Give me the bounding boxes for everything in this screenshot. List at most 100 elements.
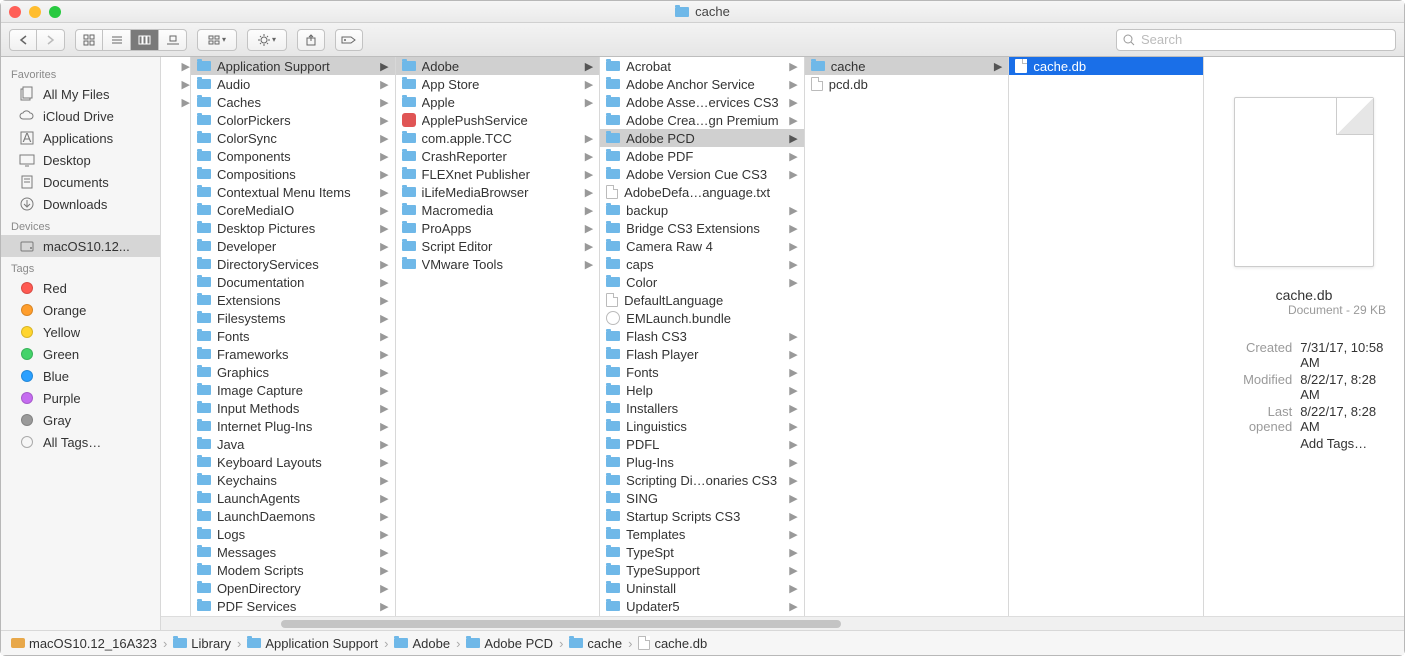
- list-item[interactable]: Adobe Anchor Service▶: [600, 75, 804, 93]
- list-item[interactable]: Installers▶: [600, 399, 804, 417]
- list-item[interactable]: Filesystems▶: [191, 309, 395, 327]
- add-tags-link[interactable]: Add Tags…: [1300, 436, 1386, 451]
- list-item[interactable]: Adobe Crea…gn Premium▶: [600, 111, 804, 129]
- back-button[interactable]: [9, 29, 37, 51]
- list-item[interactable]: ColorSync▶: [191, 129, 395, 147]
- sidebar-item[interactable]: Orange: [1, 299, 160, 321]
- list-item[interactable]: Compositions▶: [191, 165, 395, 183]
- list-item[interactable]: Scripting Di…onaries CS3▶: [600, 471, 804, 489]
- list-item[interactable]: Camera Raw 4▶: [600, 237, 804, 255]
- sidebar-item[interactable]: Downloads: [1, 193, 160, 215]
- column-chevron[interactable]: ▶: [161, 75, 190, 93]
- path-segment[interactable]: Adobe PCD: [466, 636, 553, 651]
- list-item[interactable]: PDFL▶: [600, 435, 804, 453]
- list-item[interactable]: Linguistics▶: [600, 417, 804, 435]
- list-item[interactable]: Java▶: [191, 435, 395, 453]
- list-item[interactable]: Adobe Asse…ervices CS3▶: [600, 93, 804, 111]
- list-item[interactable]: Internet Plug-Ins▶: [191, 417, 395, 435]
- list-item[interactable]: com.apple.TCC▶: [396, 129, 600, 147]
- list-item[interactable]: Desktop Pictures▶: [191, 219, 395, 237]
- list-item[interactable]: LaunchDaemons▶: [191, 507, 395, 525]
- list-item[interactable]: backup▶: [600, 201, 804, 219]
- tags-button[interactable]: [335, 29, 363, 51]
- minimize-window-button[interactable]: [29, 6, 41, 18]
- list-item[interactable]: FLEXnet Publisher▶: [396, 165, 600, 183]
- list-item[interactable]: Adobe▶: [396, 57, 600, 75]
- list-item[interactable]: Flash CS3▶: [600, 327, 804, 345]
- list-item[interactable]: pcd.db: [805, 75, 1009, 93]
- path-segment[interactable]: Application Support: [247, 636, 378, 651]
- list-item[interactable]: Fonts▶: [191, 327, 395, 345]
- sidebar-item[interactable]: Desktop: [1, 149, 160, 171]
- search-field[interactable]: [1116, 29, 1396, 51]
- list-item[interactable]: Templates▶: [600, 525, 804, 543]
- coverflow-view-button[interactable]: [159, 29, 187, 51]
- list-item[interactable]: Flash Player▶: [600, 345, 804, 363]
- list-item[interactable]: SING▶: [600, 489, 804, 507]
- list-item[interactable]: Adobe PDF▶: [600, 147, 804, 165]
- list-item[interactable]: Graphics▶: [191, 363, 395, 381]
- list-item[interactable]: LaunchAgents▶: [191, 489, 395, 507]
- icon-view-button[interactable]: [75, 29, 103, 51]
- sidebar-item[interactable]: All Tags…: [1, 431, 160, 453]
- sidebar-item[interactable]: AApplications: [1, 127, 160, 149]
- list-view-button[interactable]: [103, 29, 131, 51]
- search-input[interactable]: [1141, 32, 1389, 47]
- list-item[interactable]: Input Methods▶: [191, 399, 395, 417]
- column-chevron[interactable]: ▶: [161, 93, 190, 111]
- list-item[interactable]: Keyboard Layouts▶: [191, 453, 395, 471]
- list-item[interactable]: Audio▶: [191, 75, 395, 93]
- sidebar-item[interactable]: iCloud Drive: [1, 105, 160, 127]
- list-item[interactable]: TypeSpt▶: [600, 543, 804, 561]
- list-item[interactable]: ColorPickers▶: [191, 111, 395, 129]
- list-item[interactable]: CrashReporter▶: [396, 147, 600, 165]
- forward-button[interactable]: [37, 29, 65, 51]
- list-item[interactable]: Image Capture▶: [191, 381, 395, 399]
- list-item[interactable]: Startup Scripts CS3▶: [600, 507, 804, 525]
- list-item[interactable]: Documentation▶: [191, 273, 395, 291]
- sidebar-item[interactable]: Yellow: [1, 321, 160, 343]
- sidebar-item[interactable]: Green: [1, 343, 160, 365]
- sidebar-item[interactable]: macOS10.12...: [1, 235, 160, 257]
- list-item[interactable]: ProApps▶: [396, 219, 600, 237]
- list-item[interactable]: AdobeDefa…anguage.txt: [600, 183, 804, 201]
- list-item[interactable]: Apple▶: [396, 93, 600, 111]
- list-item[interactable]: Updater5▶: [600, 597, 804, 615]
- list-item[interactable]: Fonts▶: [600, 363, 804, 381]
- column-chevron[interactable]: ▶: [161, 57, 190, 75]
- list-item[interactable]: OpenDirectory▶: [191, 579, 395, 597]
- zoom-window-button[interactable]: [49, 6, 61, 18]
- list-item[interactable]: cache.db: [1009, 57, 1203, 75]
- list-item[interactable]: ApplePushService: [396, 111, 600, 129]
- path-segment[interactable]: cache: [569, 636, 622, 651]
- sidebar-item[interactable]: Documents: [1, 171, 160, 193]
- share-button[interactable]: [297, 29, 325, 51]
- list-item[interactable]: DirectoryServices▶: [191, 255, 395, 273]
- path-segment[interactable]: macOS10.12_16A323: [11, 636, 157, 651]
- arrange-button[interactable]: ▾: [197, 29, 237, 51]
- list-item[interactable]: Macromedia▶: [396, 201, 600, 219]
- sidebar-item[interactable]: Blue: [1, 365, 160, 387]
- list-item[interactable]: Logs▶: [191, 525, 395, 543]
- list-item[interactable]: Color▶: [600, 273, 804, 291]
- sidebar-item[interactable]: Purple: [1, 387, 160, 409]
- list-item[interactable]: Bridge CS3 Extensions▶: [600, 219, 804, 237]
- list-item[interactable]: Extensions▶: [191, 291, 395, 309]
- list-item[interactable]: Frameworks▶: [191, 345, 395, 363]
- sidebar-item[interactable]: Gray: [1, 409, 160, 431]
- list-item[interactable]: Application Support▶: [191, 57, 395, 75]
- path-segment[interactable]: Adobe: [394, 636, 450, 651]
- list-item[interactable]: Acrobat▶: [600, 57, 804, 75]
- list-item[interactable]: DefaultLanguage: [600, 291, 804, 309]
- list-item[interactable]: Help▶: [600, 381, 804, 399]
- list-item[interactable]: CoreMediaIO▶: [191, 201, 395, 219]
- sidebar-item[interactable]: Red: [1, 277, 160, 299]
- list-item[interactable]: cache▶: [805, 57, 1009, 75]
- list-item[interactable]: Caches▶: [191, 93, 395, 111]
- list-item[interactable]: Modem Scripts▶: [191, 561, 395, 579]
- list-item[interactable]: Plug-Ins▶: [600, 453, 804, 471]
- list-item[interactable]: Developer▶: [191, 237, 395, 255]
- list-item[interactable]: TypeSupport▶: [600, 561, 804, 579]
- list-item[interactable]: Adobe PCD▶: [600, 129, 804, 147]
- path-segment[interactable]: cache.db: [638, 636, 707, 651]
